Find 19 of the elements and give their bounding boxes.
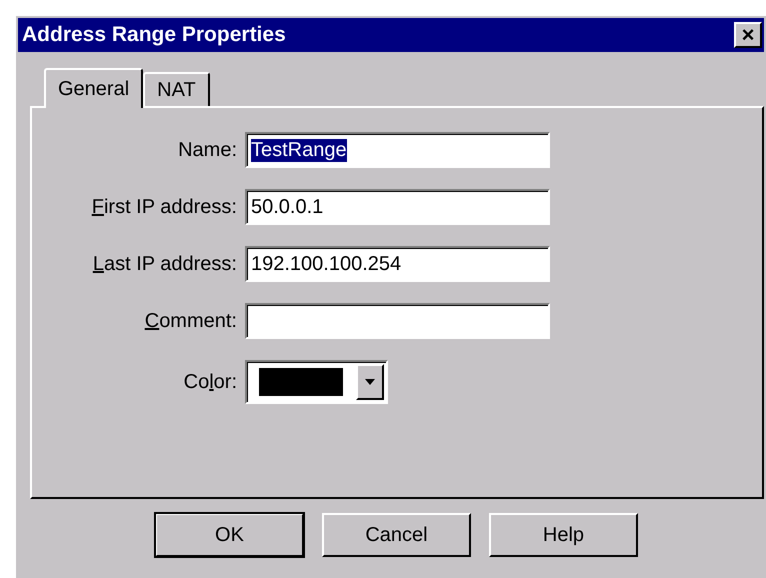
text-field[interactable]: 50.0.0.1	[245, 189, 550, 225]
field-label: First IP address:	[90, 196, 237, 218]
tab[interactable]: NAT	[143, 72, 210, 106]
field-label: Comment:	[144, 310, 237, 332]
tab[interactable]: General	[44, 68, 144, 108]
field-label: Color:	[182, 370, 237, 394]
text-field[interactable]: TestRange	[245, 132, 550, 168]
close-button[interactable]: ×	[734, 22, 762, 48]
field-label: Last IP address:	[92, 252, 237, 276]
window-title: Address Range Properties	[22, 23, 286, 47]
caret-icon	[365, 379, 375, 385]
text-field[interactable]	[245, 303, 550, 339]
field-label: Name:	[177, 138, 237, 162]
dropdown-button[interactable]	[356, 364, 384, 400]
color-dropdown[interactable]	[245, 360, 388, 404]
dialog-button[interactable]: Cancel	[322, 513, 471, 557]
dialog-button[interactable]: Help	[489, 513, 638, 557]
text-field[interactable]: 192.100.100.254	[245, 246, 550, 282]
dialog-button[interactable]: OK	[155, 513, 304, 557]
